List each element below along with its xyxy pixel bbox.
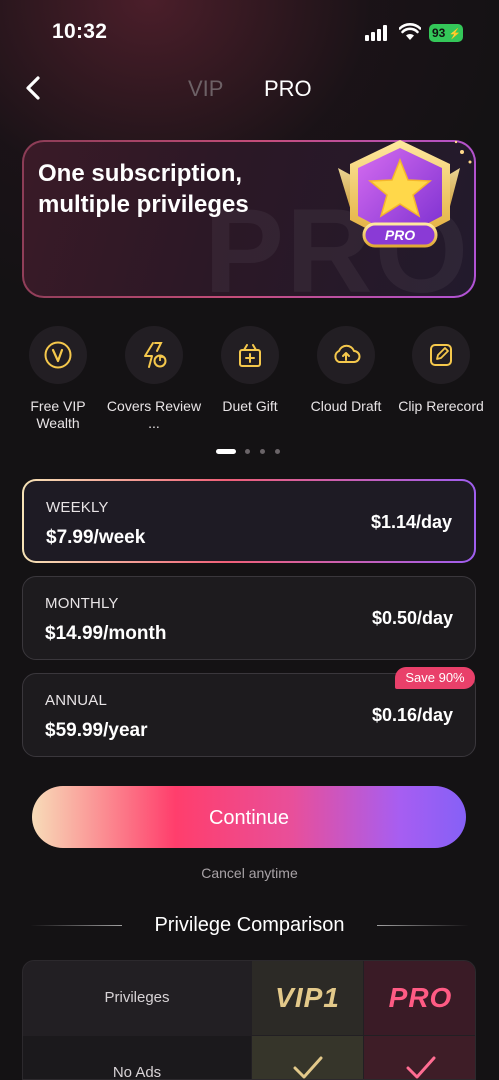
badge-label: PRO xyxy=(385,227,415,243)
feature-label: Duet Gift xyxy=(222,398,278,414)
cloud-upload-icon xyxy=(334,344,361,363)
pro-star-badge-icon: PRO xyxy=(338,140,472,248)
battery-level: 93 xyxy=(432,26,446,40)
feature-icon-circle xyxy=(29,326,87,384)
status-time: 10:32 xyxy=(52,20,108,43)
pager-dot-active xyxy=(216,449,236,454)
battery-indicator: 93 ⚡ xyxy=(429,24,463,42)
tab-pro[interactable]: PRO xyxy=(264,76,312,102)
plan-per-day: $1.14/day xyxy=(370,512,452,532)
plan-weekly[interactable]: WEEKLY $7.99/week $1.14/day xyxy=(22,479,476,563)
gift-icon xyxy=(239,344,261,367)
save-badge: Save 90% xyxy=(395,667,475,689)
plan-monthly[interactable]: MONTHLY $14.99/month $0.50/day xyxy=(22,576,476,660)
feature-cloud-draft[interactable]: Cloud Draft xyxy=(298,326,394,415)
v-coin-icon xyxy=(44,341,72,369)
pager-dot xyxy=(245,449,250,454)
back-chevron-icon[interactable] xyxy=(22,74,48,102)
check-icon xyxy=(406,1056,435,1079)
plan-per-day: $0.16/day xyxy=(371,705,453,725)
table-row-label: No Ads xyxy=(23,1036,251,1079)
feature-clip-rerecord[interactable]: Clip Rerecord xyxy=(393,326,489,415)
feature-icon-circle xyxy=(317,326,375,384)
table-cell-vip xyxy=(252,1036,363,1079)
plan-price: $14.99/month xyxy=(45,623,167,644)
pager-dot xyxy=(275,449,280,454)
feature-icon-circle xyxy=(412,326,470,384)
continue-button[interactable]: Continue xyxy=(32,786,466,848)
table-header-privileges: Privileges xyxy=(104,989,170,1006)
feature-icon-circle xyxy=(125,326,183,384)
plan-name: WEEKLY xyxy=(46,499,109,516)
check-icon xyxy=(293,1056,322,1079)
pager-dot xyxy=(260,449,265,454)
feature-duet-gift[interactable]: Duet Gift xyxy=(202,326,298,415)
plan-name: ANNUAL xyxy=(45,692,108,709)
cancel-anytime-note: Cancel anytime xyxy=(201,865,298,881)
table-header-vip1: VIP1 xyxy=(252,961,363,1035)
feature-label: Cloud Draft xyxy=(310,398,382,414)
plan-price: $7.99/week xyxy=(46,527,146,548)
edit-icon xyxy=(430,344,452,366)
plan-price: $59.99/year xyxy=(45,720,148,741)
feature-label: Covers Review ... xyxy=(106,398,202,431)
divider-right xyxy=(377,925,469,926)
wifi-icon xyxy=(399,23,421,40)
feature-label: Clip Rerecord xyxy=(398,398,484,414)
table-header-pro: PRO xyxy=(364,961,475,1035)
vip1-logo: VIP1 xyxy=(275,982,340,1013)
feature-icon-circle xyxy=(221,326,279,384)
cellular-signal-icon xyxy=(365,25,387,41)
feature-label: Free VIP Wealth xyxy=(30,398,86,431)
table-cell-pro xyxy=(364,1036,475,1079)
hero-title: One subscription, multiple privileges xyxy=(38,160,249,218)
lightning-note-icon xyxy=(144,342,167,368)
comparison-table: Privileges VIP1 PRO No Ads xyxy=(22,960,476,1080)
tab-vip[interactable]: VIP xyxy=(188,76,223,102)
pro-logo: PRO xyxy=(388,982,453,1013)
plan-per-day: $0.50/day xyxy=(371,608,453,628)
feature-covers-review[interactable]: Covers Review ... xyxy=(106,326,202,432)
feature-pager xyxy=(216,449,286,455)
status-bar: 10:32 93 ⚡ xyxy=(0,0,499,66)
plan-name: MONTHLY xyxy=(45,595,119,612)
charging-bolt-icon: ⚡ xyxy=(448,29,462,40)
feature-free-vip-wealth[interactable]: Free VIP Wealth xyxy=(10,326,106,432)
